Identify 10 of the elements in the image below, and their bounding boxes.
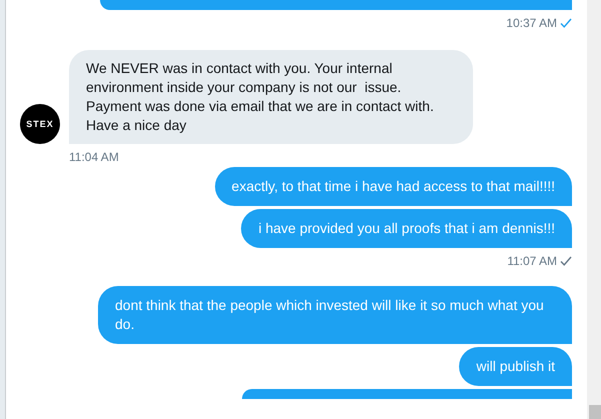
timestamp: 11:04 AM [69,150,119,164]
scrollbar-thumb[interactable] [589,405,601,419]
message-bubble: exactly, to that time i have had access to that mail!!!! [214,167,572,206]
message-bubble: will publish it [459,347,572,386]
message-bubble: i have provided you all proofs that i am dennis!!! [241,209,572,248]
timestamp: 10:37 AM [506,16,557,30]
timestamp: 11:07 AM [507,254,557,268]
message-bubble: We NEVER was in contact with you. Your internal environment inside your company is not our issue. Payment was done via email that we are in contact with. Have a nice day [69,50,473,144]
message-bubble: dont think that the people which invested will like it so much what you do. [98,286,572,344]
avatar-logo: STEX [20,104,60,144]
